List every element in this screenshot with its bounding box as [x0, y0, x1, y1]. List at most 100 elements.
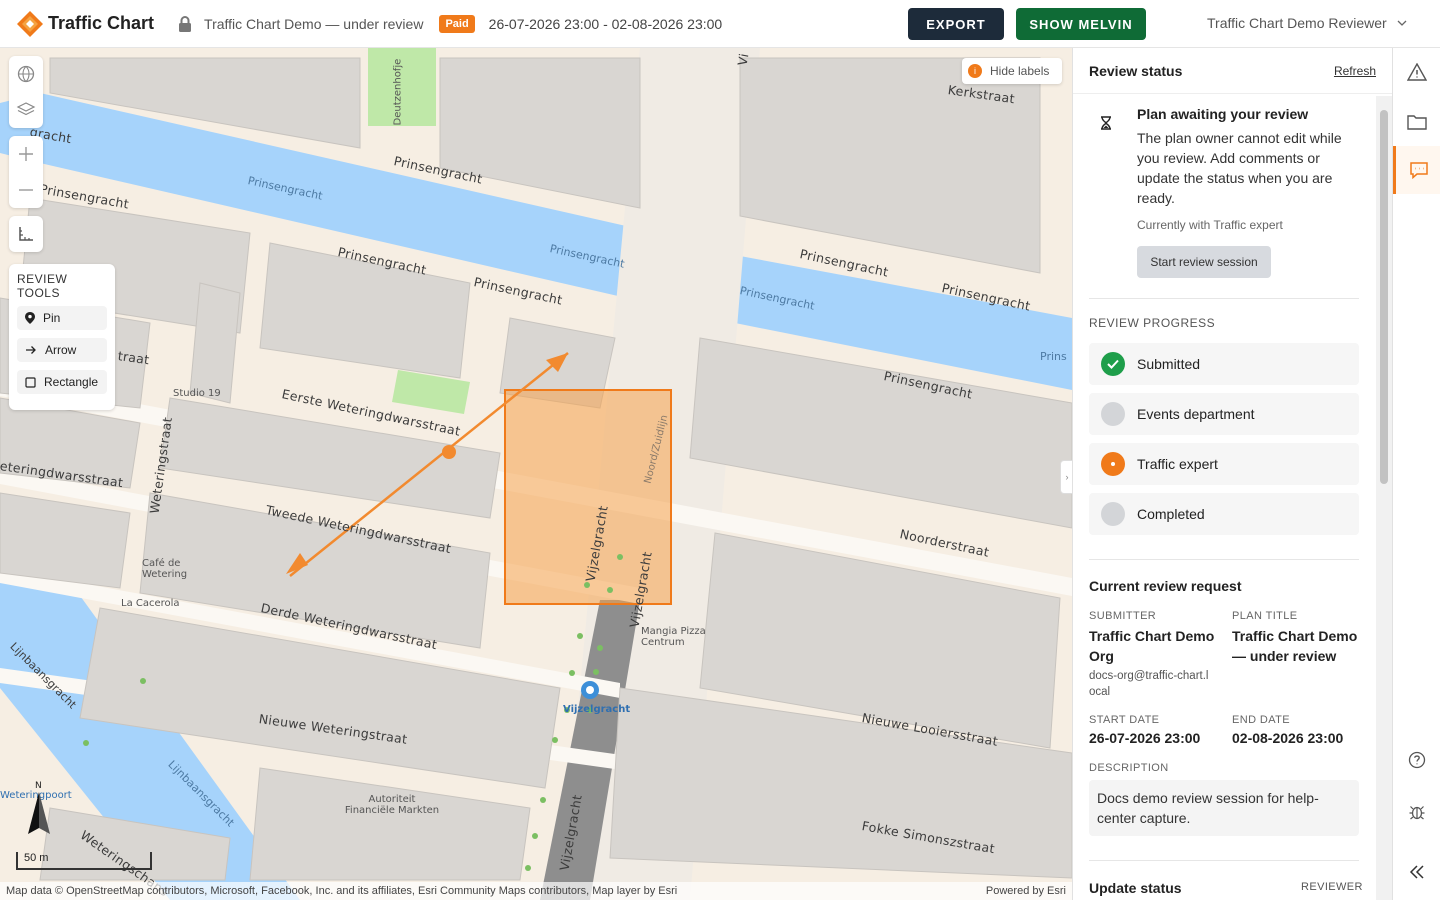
- plan-title-group: Traffic Chart Demo — under review Paid 2…: [178, 14, 723, 33]
- poi-label: Studio 19: [173, 388, 221, 399]
- end-date-value: 02-08-2026 23:00: [1232, 730, 1344, 746]
- step-label: Traffic expert: [1137, 456, 1218, 472]
- ruler-icon: [19, 227, 33, 241]
- park-label: Deutzenhofje: [392, 58, 404, 126]
- collapse-panel-rail-button[interactable]: [1393, 848, 1440, 896]
- reviewer-caption: REVIEWER: [1301, 881, 1363, 893]
- warnings-rail-button[interactable]: [1393, 48, 1440, 96]
- attribution-text: Map data © OpenStreetMap contributors, M…: [6, 885, 678, 897]
- divider: [1089, 559, 1359, 560]
- app-logo[interactable]: Traffic Chart: [16, 10, 154, 38]
- hide-labels-label: Hide labels: [990, 64, 1050, 78]
- progress-step-completed: Completed: [1089, 493, 1359, 535]
- plan-title-value: Traffic Chart Demo — under review: [1232, 628, 1358, 664]
- poi-label: Café de Wetering: [142, 558, 188, 580]
- awaiting-body: The plan owner cannot edit while you rev…: [1137, 130, 1342, 206]
- right-rail: [1392, 48, 1440, 900]
- progress-step-events: Events department: [1089, 393, 1359, 435]
- chevron-right-icon: ›: [1065, 472, 1069, 482]
- map-canvas[interactable]: Kerkstraat Prinsengracht Prinsengracht P…: [0, 48, 1072, 900]
- traffic-chart-logo-icon: [17, 10, 43, 37]
- update-status-title: Update status: [1089, 880, 1182, 896]
- user-menu[interactable]: Traffic Chart Demo Reviewer: [1207, 15, 1407, 31]
- warning-icon: [1407, 63, 1427, 81]
- tool-rectangle-button[interactable]: Rectangle: [17, 370, 107, 394]
- awaiting-title: Plan awaiting your review: [1137, 106, 1309, 122]
- comments-rail-button[interactable]: [1393, 146, 1440, 194]
- hourglass-icon: [1101, 116, 1111, 130]
- layers-icon: [16, 102, 36, 116]
- map-attribution: Map data © OpenStreetMap contributors, M…: [0, 882, 1072, 900]
- hide-labels-button[interactable]: i Hide labels: [962, 58, 1062, 84]
- layers-button[interactable]: [9, 92, 43, 128]
- poi-label: Autoriteit Financiële Markten: [344, 794, 440, 816]
- pending-dot-icon: [1101, 402, 1125, 426]
- tool-pin-button[interactable]: Pin: [17, 306, 107, 330]
- start-date-caption: START DATE: [1089, 714, 1160, 726]
- globe-icon: [17, 65, 35, 83]
- panel-scrollbar[interactable]: [1376, 96, 1392, 900]
- divider: [1089, 860, 1359, 861]
- submitter-email: docs-org@traffic-chart.local: [1089, 670, 1209, 698]
- review-panel-header: Review status Refresh: [1073, 48, 1392, 94]
- step-label: Completed: [1137, 506, 1205, 522]
- paid-badge: Paid: [439, 14, 475, 33]
- double-chevron-left-icon: [1409, 865, 1424, 879]
- measure-button[interactable]: [9, 216, 43, 252]
- poi-label: La Cacerola: [121, 598, 180, 609]
- poi-label: Vijzelgracht: [563, 704, 631, 715]
- app-header: Traffic Chart Traffic Chart Demo — under…: [0, 0, 1440, 48]
- pending-dot-icon: [1101, 502, 1125, 526]
- map-view-controls: [9, 56, 43, 128]
- review-tools-title: REVIEW TOOLS: [17, 272, 68, 300]
- basemap-globe-button[interactable]: [9, 56, 43, 92]
- info-icon: i: [968, 64, 982, 78]
- refresh-link[interactable]: Refresh: [1334, 64, 1376, 78]
- show-melvin-button[interactable]: SHOW MELVIN: [1016, 8, 1146, 40]
- scale-bar: 50 m: [16, 852, 152, 870]
- scrollbar-thumb[interactable]: [1380, 110, 1388, 484]
- check-icon: [1101, 352, 1125, 376]
- tool-label: Pin: [43, 311, 61, 325]
- plan-title-caption: PLAN TITLE: [1232, 610, 1298, 622]
- user-name: Traffic Chart Demo Reviewer: [1207, 15, 1387, 31]
- tool-label: Arrow: [45, 343, 77, 357]
- north-label: N: [35, 781, 42, 791]
- zoom-in-button[interactable]: [9, 136, 43, 172]
- awaiting-review-card: Plan awaiting your review The plan owner…: [1089, 106, 1359, 278]
- date-range: 26-07-2026 23:00 - 02-08-2026 23:00: [488, 15, 723, 32]
- step-label: Events department: [1137, 406, 1255, 422]
- tool-arrow-button[interactable]: Arrow: [17, 338, 107, 362]
- powered-by: Powered by Esri: [985, 885, 1066, 897]
- review-progress-caption: REVIEW PROGRESS: [1089, 316, 1216, 330]
- bug-icon: [1409, 806, 1425, 820]
- arrow-icon: [26, 346, 36, 354]
- panel-collapse-handle[interactable]: ›: [1060, 460, 1072, 494]
- street-label: Vi: [734, 52, 752, 67]
- progress-step-submitted: Submitted: [1089, 343, 1359, 385]
- bug-report-rail-button[interactable]: [1393, 788, 1440, 836]
- poi-label: Mangia Pizza Centrum: [641, 626, 706, 648]
- zoom-out-button[interactable]: [9, 172, 43, 208]
- current-request-title: Current review request: [1089, 578, 1242, 594]
- review-panel-title: Review status: [1089, 62, 1183, 79]
- review-panel: Review status Refresh Plan awaiting your…: [1072, 48, 1392, 900]
- export-button[interactable]: EXPORT: [908, 8, 1004, 40]
- chevron-down-icon: [1397, 20, 1407, 26]
- start-review-session-button[interactable]: Start review session: [1137, 246, 1271, 278]
- zoom-controls: [9, 136, 43, 208]
- help-icon: [1408, 751, 1426, 769]
- minus-icon: [19, 189, 33, 191]
- app-name: Traffic Chart: [48, 13, 155, 33]
- submitter-name: Traffic Chart Demo Org: [1089, 628, 1215, 664]
- plus-icon: [19, 147, 33, 161]
- lock-icon: [179, 15, 192, 32]
- canal-label: Prins: [1040, 350, 1067, 363]
- current-dot-icon: [1101, 452, 1125, 476]
- rectangle-icon: [25, 376, 36, 388]
- submitter-caption: SUBMITTER: [1089, 610, 1157, 622]
- help-rail-button[interactable]: [1393, 736, 1440, 784]
- files-rail-button[interactable]: [1393, 98, 1440, 146]
- start-date-value: 26-07-2026 23:00: [1089, 730, 1201, 746]
- comment-icon: [1409, 162, 1428, 179]
